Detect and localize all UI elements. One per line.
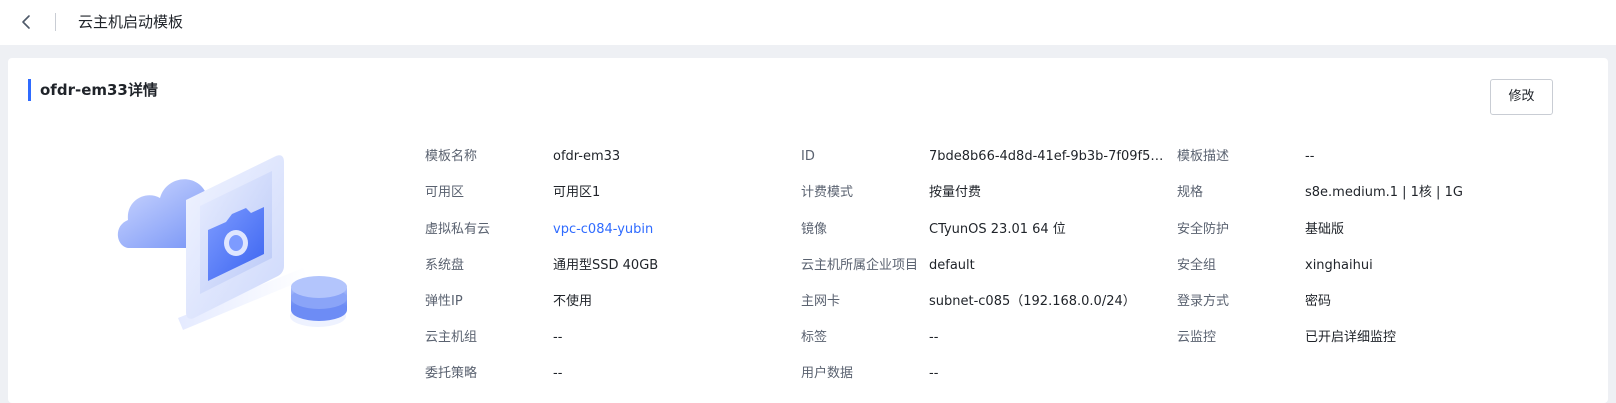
user-data-value: -- [929, 366, 939, 381]
flavor-label: 规格 [1177, 185, 1204, 200]
page-title: 云主机启动模板 [78, 13, 184, 31]
vpc-link[interactable]: vpc-c084-yubin [553, 221, 653, 239]
primary-nic-value: subnet-c085（192.168.0.0/24） [929, 294, 1136, 309]
top-bar: 云主机启动模板 [0, 0, 1616, 45]
cloud-server-illustration [117, 155, 347, 330]
eip-label: 弹性IP [425, 294, 463, 309]
security-protection-value: 基础版 [1305, 222, 1345, 237]
flavor-value: s8e.medium.1 | 1核 | 1G [1305, 185, 1463, 200]
detail-card: ofdr-em33详情 修改 模板名称 ofdr-em33 可用区 可用区1 虚… [8, 58, 1608, 403]
id-label: ID [801, 149, 815, 164]
system-disk-label: 系统盘 [425, 258, 465, 273]
image-label: 镜像 [801, 222, 828, 237]
tags-value: -- [929, 330, 939, 345]
system-disk-value: 通用型SSD 40GB [553, 258, 659, 273]
primary-nic-label: 主网卡 [801, 294, 841, 309]
cloud-monitor-value: 已开启详细监控 [1305, 330, 1397, 345]
server-group-value: -- [553, 330, 563, 345]
billing-mode-value: 按量付费 [929, 185, 982, 200]
security-group-value: xinghaihui [1305, 258, 1373, 273]
id-value: 7bde8b66-4d8d-41ef-9b3b-7f09f5c3... [929, 149, 1169, 164]
zone-value: 可用区1 [553, 185, 601, 200]
tags-label: 标签 [801, 330, 828, 345]
image-value: CTyunOS 23.01 64 位 [929, 222, 1066, 237]
enterprise-project-label: 云主机所属企业项目 [801, 258, 919, 273]
title-accent-bar [28, 79, 31, 101]
chevron-left-icon[interactable] [16, 12, 36, 32]
user-data-label: 用户数据 [801, 366, 854, 381]
security-group-label: 安全组 [1177, 258, 1217, 273]
template-name-value: ofdr-em33 [553, 149, 621, 164]
enterprise-project-value: default [929, 258, 975, 273]
card-title: ofdr-em33详情 [40, 81, 158, 99]
header-divider [55, 13, 56, 31]
delegation-policy-value: -- [553, 366, 563, 381]
login-method-label: 登录方式 [1177, 294, 1230, 309]
eip-value: 不使用 [553, 294, 593, 309]
edit-button[interactable]: 修改 [1490, 79, 1553, 115]
cloud-monitor-label: 云监控 [1177, 330, 1217, 345]
server-group-label: 云主机组 [425, 330, 478, 345]
security-protection-label: 安全防护 [1177, 222, 1230, 237]
delegation-policy-label: 委托策略 [425, 366, 478, 381]
login-method-value: 密码 [1305, 294, 1332, 309]
template-description-value: -- [1305, 149, 1315, 164]
vpc-label: 虚拟私有云 [425, 222, 491, 237]
zone-label: 可用区 [425, 185, 465, 200]
template-name-label: 模板名称 [425, 149, 478, 164]
billing-mode-label: 计费模式 [801, 185, 854, 200]
template-description-label: 模板描述 [1177, 149, 1230, 164]
